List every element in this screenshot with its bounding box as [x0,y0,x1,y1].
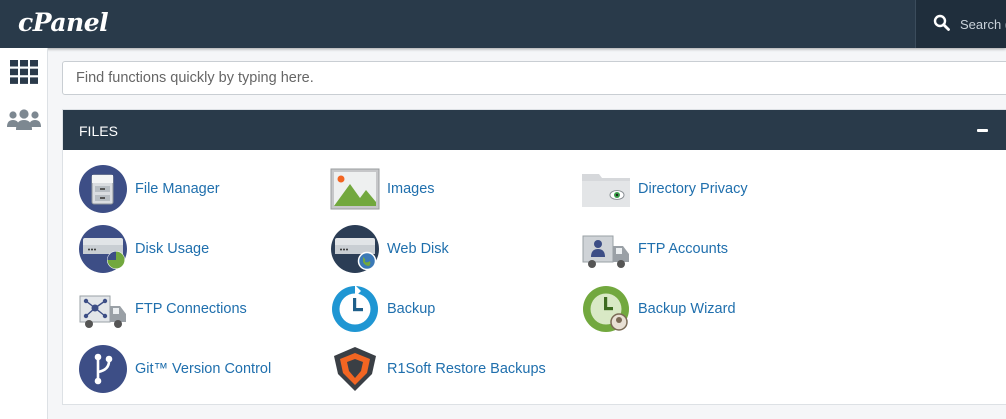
users-icon [7,109,41,130]
backup-wizard-link[interactable]: Backup Wizard [581,283,821,335]
disk-usage-icon [79,225,127,273]
top-search [915,0,1006,48]
backup-icon [332,285,378,332]
ftp-accounts-icon [582,235,629,268]
ftp-connections-link[interactable]: FTP Connections [78,283,318,335]
ftp-accounts-link[interactable]: FTP Accounts [581,223,821,275]
r1soft-restore-backups-icon [334,347,376,391]
r1soft-restore-backups-link[interactable]: R1Soft Restore Backups [330,343,570,395]
images-icon [330,168,380,210]
item-label: Backup [387,301,436,317]
file-manager-link[interactable]: File Manager [78,163,318,215]
panel-title: FILES [79,123,118,139]
directory-privacy-icon [582,174,630,207]
item-label: Backup Wizard [638,301,736,317]
top-search-input[interactable] [960,13,1006,35]
web-disk-link[interactable]: Web Disk [330,223,570,275]
ftp-connections-icon [79,295,126,328]
web-disk-icon [331,225,379,273]
sidebar-item-home[interactable] [0,50,48,94]
cpanel-logo[interactable]: cPanel [18,8,109,37]
item-label: Directory Privacy [638,181,748,197]
item-label: FTP Accounts [638,241,728,257]
collapse-icon[interactable] [977,129,988,132]
item-label: FTP Connections [135,301,247,317]
item-label: File Manager [135,181,220,197]
item-label: Git™ Version Control [135,361,272,377]
files-panel: FILES File Manager Images Directory Priv… [62,109,1006,405]
git-version-control-link[interactable]: Git™ Version Control [78,343,318,395]
images-link[interactable]: Images [330,163,570,215]
file-manager-icon [79,165,127,213]
backup-wizard-icon [583,286,629,332]
item-label: R1Soft Restore Backups [387,361,546,377]
sidebar [0,48,48,419]
sidebar-item-users[interactable] [0,98,48,142]
directory-privacy-link[interactable]: Directory Privacy [581,163,821,215]
item-label: Images [387,181,435,197]
backup-link[interactable]: Backup [330,283,570,335]
quick-find-input[interactable] [62,61,1006,95]
item-label: Web Disk [387,241,449,257]
files-panel-header[interactable]: FILES [63,110,1006,150]
item-label: Disk Usage [135,241,210,257]
top-bar: cPanel [0,0,1006,48]
git-version-control-icon [79,345,127,393]
disk-usage-link[interactable]: Disk Usage [78,223,318,275]
search-icon [933,14,950,31]
grid-icon [10,60,38,84]
